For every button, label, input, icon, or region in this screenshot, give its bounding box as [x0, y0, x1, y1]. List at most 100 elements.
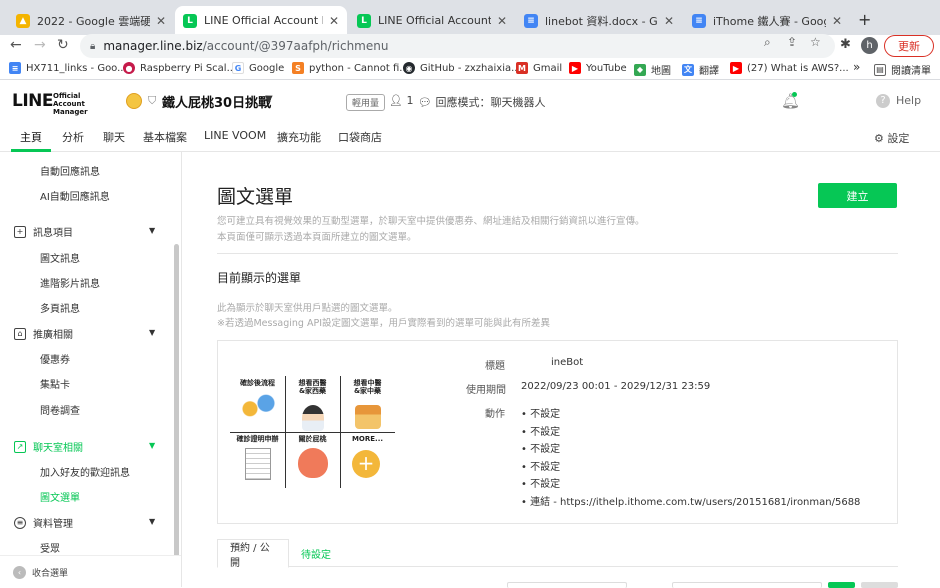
sidebar-item-video-message[interactable]: 進階影片訊息	[40, 275, 100, 290]
search-button[interactable]	[828, 582, 855, 588]
forward-icon[interactable]: →	[34, 37, 46, 53]
bookmark-item[interactable]: G Google	[232, 62, 284, 74]
section-label: 推廣相關	[33, 330, 73, 341]
sidebar-item-card-message[interactable]: 多頁訊息	[40, 300, 80, 315]
sidebar-collapse[interactable]: ‹ 收合選單	[0, 555, 181, 587]
database-icon: ≡	[14, 516, 26, 529]
star-icon[interactable]: ☆	[810, 35, 821, 49]
response-mode[interactable]: 💬︎ 回應模式：聊天機器人	[418, 94, 545, 110]
sidebar-section-promo[interactable]: ⌂ 推廣相關	[14, 326, 73, 341]
grid-line	[230, 432, 395, 433]
help-link[interactable]: Help	[896, 94, 921, 107]
bookmark-item[interactable]: Spython - Cannot fi...	[292, 62, 409, 74]
reading-list-icon: ▤	[874, 63, 886, 76]
browser-tab[interactable]: ≡ iThome 鐵人賽 - Google 文件 ✕	[684, 6, 850, 35]
sidebar-section-data[interactable]: ≡ 資料管理	[14, 515, 73, 530]
nav-store[interactable]: 口袋商店	[338, 129, 382, 145]
sidebar-item-audience[interactable]: 受眾	[40, 540, 60, 555]
tab-title: 2022 - Google 雲端硬碟	[37, 14, 150, 28]
section-note: ※若透過Messaging API設定圖文選單，用戶實際看到的選單可能與此有所差…	[217, 318, 550, 329]
reading-list[interactable]: ▤ 閱讀清單	[874, 62, 931, 77]
nav-extensions[interactable]: 擴充功能	[277, 129, 321, 145]
close-icon[interactable]: ✕	[664, 14, 674, 28]
tab-draft[interactable]: 待設定	[289, 539, 343, 568]
tab-published[interactable]: 預約 / 公開	[217, 539, 289, 569]
account-avatar[interactable]	[126, 93, 142, 109]
rich-menu-cell: 想看中醫 &家中藥	[340, 376, 395, 432]
section-label: 訊息項目	[33, 228, 73, 239]
sidebar-item-survey[interactable]: 問卷調查	[40, 402, 80, 417]
zoom-icon[interactable]: ⌕	[764, 35, 771, 50]
bookmark-item[interactable]: ◉ GitHub - zxzhaixia...	[403, 62, 521, 74]
bookmark-item[interactable]: ● Raspberry Pi Scal...	[123, 62, 236, 74]
bookmark-item[interactable]: ◆ 地圖	[634, 62, 671, 77]
section-description: 此為顯示於聊天室供用戶點選的圖文選單。	[217, 303, 398, 314]
bookmark-item[interactable]: ▶ YouTube	[569, 62, 627, 74]
more-bookmarks-button[interactable]: »	[853, 60, 860, 74]
filter-box[interactable]	[672, 582, 822, 588]
chevron-down-icon[interactable]: ▼	[149, 441, 155, 450]
browser-tab[interactable]: ▲ 2022 - Google 雲端硬碟 ✕	[8, 6, 174, 35]
bookmark-item[interactable]: ▶ (27) What is AWS?...	[730, 62, 849, 74]
settings-link[interactable]: ⚙ 設定	[874, 130, 909, 146]
chevron-down-icon[interactable]: ▼	[265, 94, 273, 105]
address-bar[interactable]: 🔒︎ manager.line.biz/account/@397aafph/ri…	[80, 34, 835, 58]
back-icon[interactable]: ←	[10, 37, 22, 53]
bookmark-item[interactable]: ≡ HX711_links - Goo...	[9, 62, 127, 74]
chevron-down-icon[interactable]: ▼	[149, 517, 155, 526]
share-icon[interactable]: ⇪	[787, 35, 797, 49]
close-icon[interactable]: ✕	[329, 14, 339, 28]
action-text: 不設定	[530, 444, 561, 455]
bell-icon[interactable]: 🔔︎	[781, 92, 800, 110]
close-icon[interactable]: ✕	[497, 14, 507, 28]
nav-analytics[interactable]: 分析	[62, 129, 84, 145]
create-button[interactable]: 建立	[818, 183, 897, 208]
rich-menu-image[interactable]: 確診後流程 想看西醫 &家西藥 想看中醫 &家中藥 確診證明申辦 關於屁桃 MO…	[230, 376, 395, 488]
sidebar-item-coupon[interactable]: 優惠券	[40, 351, 70, 366]
title-value: ineBot	[551, 357, 584, 368]
close-icon[interactable]: ✕	[832, 14, 842, 28]
account-name[interactable]: 鐵人屁桃30日挑戰	[162, 92, 271, 111]
main-content: 圖文選單 建立 您可建立具有視覺效果的互動型選單，於聊天室中提供優惠券、網址連結…	[182, 152, 940, 588]
extensions-icon[interactable]: ✱	[840, 37, 851, 52]
sidebar-item-reward-card[interactable]: 集點卡	[40, 376, 70, 391]
page-description-2: 本頁面僅可顯示透過本頁面所建立的圖文選單。	[217, 232, 417, 243]
sidebar-item-ai-reply[interactable]: AI自動回應訊息	[40, 188, 110, 203]
sidebar-item-rich-menu[interactable]: 圖文選單	[40, 489, 80, 504]
sidebar-item-auto-reply[interactable]: 自動回應訊息	[40, 163, 100, 178]
help-icon[interactable]: ?	[876, 94, 890, 108]
close-icon[interactable]: ✕	[156, 14, 166, 28]
bookmark-label: GitHub - zxzhaixia...	[420, 62, 521, 74]
tab-title: linebot 資料.docx - Google 文件	[545, 14, 658, 28]
action-item: • 不設定	[521, 479, 561, 490]
update-button[interactable]: 更新	[884, 35, 934, 57]
bookmark-item[interactable]: M Gmail	[516, 62, 562, 74]
browser-tab-active[interactable]: L LINE Official Account Manager ✕	[175, 6, 347, 35]
chevron-down-icon[interactable]: ▼	[149, 226, 155, 235]
bookmark-item[interactable]: 文翻譯	[682, 62, 719, 77]
notification-dot	[792, 92, 797, 97]
browser-tab[interactable]: L LINE Official Account Manager ✕	[349, 6, 515, 35]
nav-profile[interactable]: 基本檔案	[143, 129, 187, 145]
line-logo[interactable]: LINE	[12, 91, 54, 111]
sidebar-scrollbar[interactable]	[174, 244, 179, 574]
filter-box[interactable]	[507, 582, 627, 588]
nav-chat[interactable]: 聊天	[103, 129, 125, 145]
raspberry-icon: ●	[123, 62, 135, 74]
browser-tab[interactable]: ≡ linebot 資料.docx - Google 文件 ✕	[516, 6, 682, 35]
page-description: 您可建立具有視覺效果的互動型選單，於聊天室中提供優惠券、網址連結及相關行銷資訊以…	[217, 216, 645, 227]
profile-avatar[interactable]: h	[861, 37, 878, 54]
sidebar-section-chatroom[interactable]: ↗ 聊天室相關	[14, 439, 83, 454]
new-tab-button[interactable]: +	[858, 10, 871, 29]
chevron-down-icon[interactable]: ▼	[149, 328, 155, 337]
nav-home[interactable]: 主頁	[20, 129, 42, 145]
reset-button[interactable]	[861, 582, 898, 588]
bookmark-label: Raspberry Pi Scal...	[140, 62, 237, 74]
bookmark-label: Google	[249, 62, 285, 74]
nav-line-voom[interactable]: LINE VOOM	[204, 129, 266, 142]
sidebar-item-welcome-message[interactable]: 加入好友的歡迎訊息	[40, 464, 130, 479]
sidebar-item-rich-message[interactable]: 圖文訊息	[40, 250, 80, 265]
reload-icon[interactable]: ↻	[57, 37, 69, 53]
cell-label: 確診證明申辦	[236, 435, 279, 443]
sidebar-section-messages[interactable]: + 訊息項目	[14, 224, 73, 239]
